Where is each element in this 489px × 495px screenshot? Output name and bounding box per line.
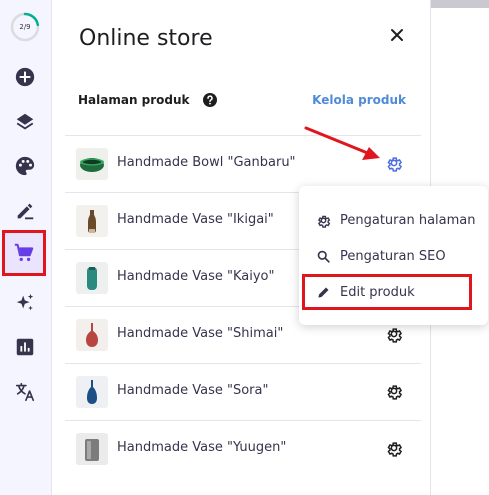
menu-item-label: Pengaturan halaman [340,212,476,228]
analytics-icon [16,338,34,356]
sparkle-icon [16,293,34,311]
edit-button[interactable] [9,195,41,227]
product-row[interactable]: Handmade Vase "Sora" [65,363,421,420]
ai-tools-button[interactable] [9,287,41,319]
add-icon [15,67,35,87]
layers-button[interactable] [9,106,41,138]
search-icon [317,250,330,263]
translate-button[interactable] [9,376,41,408]
analytics-button[interactable] [9,331,41,363]
progress-label: 2/9 [19,23,31,31]
menu-item-label: Pengaturan SEO [340,248,446,264]
close-icon [391,29,403,41]
manage-products-link[interactable]: Kelola produk [312,93,406,107]
product-thumbnail [76,205,108,237]
product-thumbnail [76,262,108,294]
product-name: Handmade Vase "Ikigai" [117,212,274,227]
layers-icon [16,113,34,130]
product-name: Handmade Vase "Shimai" [117,326,284,341]
product-name: Handmade Bowl "Ganbaru" [117,155,296,170]
section-label: Halaman produk [78,93,190,107]
sidebar-rail: 2/9 [0,0,52,495]
palette-icon [15,156,35,176]
translate-icon [15,382,35,402]
close-button[interactable] [384,22,410,48]
canvas-topbar [431,0,489,8]
product-name: Handmade Vase "Sora" [117,383,269,398]
product-thumbnail [76,376,108,408]
product-thumbnail [76,319,108,351]
menu-item-page-settings[interactable]: Pengaturan halaman [299,202,488,238]
annotation-highlight-box [302,274,472,310]
help-icon[interactable] [202,92,218,108]
product-name: Handmade Vase "Yuugen" [117,440,287,455]
design-button[interactable] [9,150,41,182]
product-thumbnail [76,433,108,465]
product-thumbnail [76,148,108,180]
gear-icon [317,215,331,228]
store-button[interactable] [2,230,46,276]
gear-icon[interactable] [385,382,403,400]
product-row[interactable]: Handmade Vase "Yuugen" [65,420,421,477]
annotation-arrow-icon [304,126,380,160]
cart-icon [14,243,34,262]
gear-icon[interactable] [385,325,403,343]
edit-icon [17,203,34,220]
product-name: Handmade Vase "Kaiyo" [117,269,275,284]
panel-title: Online store [79,26,213,51]
add-section-button[interactable] [9,61,41,93]
gear-icon[interactable] [385,439,403,457]
menu-item-seo-settings[interactable]: Pengaturan SEO [299,238,488,274]
